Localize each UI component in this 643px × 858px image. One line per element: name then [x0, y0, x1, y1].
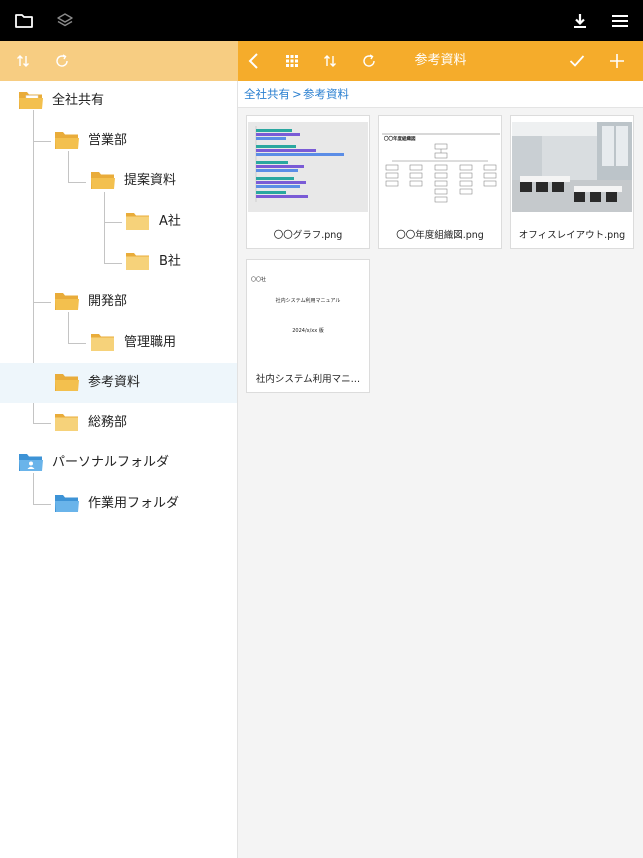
tree-item-personal-folder[interactable]: パーソナルフォルダ: [0, 443, 237, 483]
sort-icon[interactable]: [10, 48, 36, 74]
file-thumbnail: [248, 122, 368, 212]
tree-item-sagyo-yo-folder[interactable]: 作業用フォルダ: [0, 484, 237, 524]
tree-item-label: パーソナルフォルダ: [52, 455, 170, 470]
personal-folder-icon: [19, 454, 43, 471]
tree-item-eigyobu[interactable]: 営業部: [0, 121, 237, 161]
refresh-icon[interactable]: [49, 48, 75, 74]
folder-icon: [126, 253, 149, 270]
folder-icon: [91, 334, 114, 351]
chevron-left-icon: [248, 53, 258, 69]
folder-icon: [55, 293, 79, 310]
grid-view-icon[interactable]: [279, 48, 305, 74]
tree-item-label: A社: [159, 214, 181, 229]
check-icon[interactable]: [564, 48, 590, 74]
tree-item-sanko-shiryo[interactable]: 参考資料: [0, 363, 237, 403]
breadcrumb-root[interactable]: 全社共有: [244, 81, 290, 107]
sort-icon[interactable]: [317, 48, 343, 74]
tree-item-label: 参考資料: [88, 375, 141, 390]
folder-icon: [55, 495, 79, 512]
shared-folder-icon: [19, 92, 43, 109]
tree-item-a-sha[interactable]: A社: [0, 202, 237, 242]
file-name: 社内システム利用マニ…: [255, 374, 361, 385]
breadcrumb-separator: >: [292, 87, 302, 101]
folder-icon: [91, 172, 115, 189]
toolbar-title: 参考資料: [414, 53, 467, 68]
plus-icon[interactable]: [604, 48, 630, 74]
tree-item-label: 管理職用: [124, 335, 177, 350]
tree-item-b-sha[interactable]: B社: [0, 242, 237, 282]
folder-icon: [55, 374, 79, 391]
file-card[interactable]: 〇〇グラフ.png: [246, 115, 370, 249]
tree-item-label: 総務部: [88, 415, 128, 430]
tree-item-teian-shiryo[interactable]: 提案資料: [0, 161, 237, 201]
tree-item-label: 全社共有: [52, 93, 105, 108]
hamburger-menu-icon[interactable]: [607, 8, 633, 34]
thumbnail-title: 社内システム利用マニュアル: [275, 298, 341, 304]
folder-icon: [55, 414, 78, 431]
tree-item-kaihatsubu[interactable]: 開発部: [0, 282, 237, 322]
file-card[interactable]: 〇〇社 社内システム利用マニュアル 2024/x/xx 版 社内システム利用マニ…: [246, 259, 370, 393]
file-name: 〇〇年度組織図.png: [396, 230, 484, 241]
content-toolbar: 参考資料: [238, 41, 643, 81]
file-name: オフィスレイアウト.png: [518, 230, 626, 241]
file-card[interactable]: 〇〇年度組織図 〇〇年度組織図.png: [378, 115, 502, 249]
file-name: 〇〇グラフ.png: [273, 230, 343, 241]
back-button[interactable]: [241, 48, 267, 74]
tree-item-label: B社: [159, 254, 181, 269]
tree-toolbar: [0, 41, 238, 81]
file-thumbnail: 〇〇年度組織図: [380, 122, 500, 212]
top-bar: [0, 0, 643, 41]
tree-item-label: 作業用フォルダ: [88, 496, 180, 511]
thumbnail-company: 〇〇社: [251, 277, 267, 283]
breadcrumb: 全社共有 > 参考資料: [238, 81, 643, 108]
layers-icon[interactable]: [52, 8, 78, 34]
tree-item-label: 提案資料: [124, 173, 177, 188]
tree-item-zensha-kyoyu[interactable]: 全社共有: [0, 81, 237, 121]
tree-item-somubu[interactable]: 総務部: [0, 403, 237, 443]
tree-item-label: 開発部: [88, 294, 128, 309]
breadcrumb-current[interactable]: 参考資料: [303, 81, 349, 107]
tree-item-kanrishoku-yo[interactable]: 管理職用: [0, 323, 237, 363]
file-thumbnail: 〇〇社 社内システム利用マニュアル 2024/x/xx 版: [248, 266, 368, 356]
folder-icon: [126, 213, 149, 230]
thumbnail-version: 2024/x/xx 版: [292, 328, 324, 334]
tree-item-label: 営業部: [88, 133, 128, 148]
folder-icon: [55, 132, 79, 149]
download-icon[interactable]: [567, 8, 593, 34]
file-card[interactable]: オフィスレイアウト.png: [510, 115, 634, 249]
folder-tree: 全社共有 営業部 提案資料 A社 B社 開発部 管理職用 参考資料 総務部 パー…: [0, 81, 238, 858]
folder-icon[interactable]: [11, 8, 37, 34]
file-thumbnail: [512, 122, 632, 212]
